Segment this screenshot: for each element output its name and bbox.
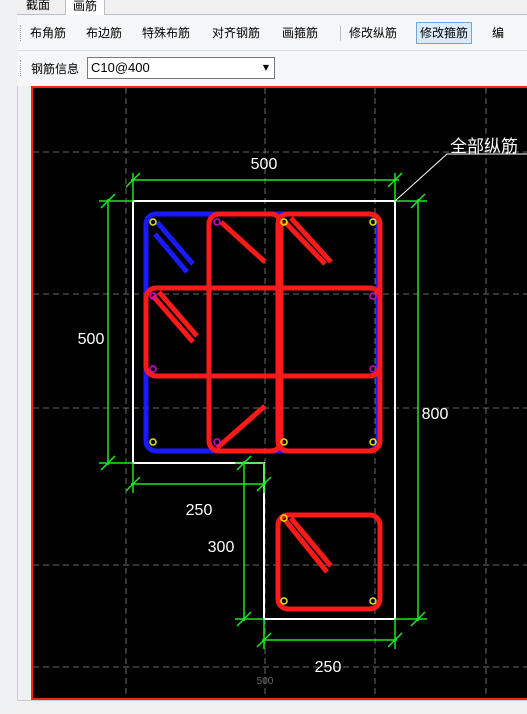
annotation-text: 全部纵筋 <box>450 137 518 157</box>
rebar-dot <box>149 218 157 226</box>
dim-notch-width: 250 <box>186 502 213 519</box>
align-rebar-button[interactable]: 对齐钢筋 <box>209 23 263 43</box>
tab-section[interactable]: 截面 <box>19 0 57 14</box>
rebar-dot <box>213 438 221 446</box>
rebar-dot <box>149 365 157 373</box>
red-stirrup-hooks <box>151 216 333 574</box>
toolbar: 布角筋 布边筋 特殊布筋 对齐钢筋 画箍筋 修改纵筋 修改箍筋 编 <box>17 15 527 51</box>
toolbar-grip[interactable] <box>20 25 23 41</box>
rebar-info-value: C10@400 <box>91 60 150 75</box>
red-stirrup-right <box>275 211 383 454</box>
red-stirrup-inner <box>206 211 284 454</box>
rebar-info-label: 钢筋信息 <box>31 62 80 76</box>
annotation-leader <box>394 153 527 202</box>
drawing-canvas[interactable]: 全部纵筋 500 500 800 250 300 250 500 <box>31 86 527 700</box>
edge-rebar-button[interactable]: 布边筋 <box>83 23 125 43</box>
section-drawing: 全部纵筋 500 500 800 250 300 250 500 <box>33 88 527 698</box>
edit-truncated-button[interactable]: 编 <box>489 23 507 43</box>
rebar-dot <box>213 218 221 226</box>
dim-right-height: 800 <box>422 406 449 423</box>
rebar-dot <box>149 438 157 446</box>
chevron-down-icon[interactable]: ▼ <box>258 58 274 78</box>
rebar-info-bar: 钢筋信息 C10@400 ▼ <box>17 51 527 86</box>
status-bar <box>17 700 527 714</box>
toolbar-separator <box>340 26 341 41</box>
corner-rebar-button[interactable]: 布角筋 <box>27 23 69 43</box>
draw-stirrup-button[interactable]: 画箍筋 <box>279 23 321 43</box>
rebar-info-select[interactable]: C10@400 ▼ <box>87 57 275 79</box>
special-rebar-button[interactable]: 特殊布筋 <box>139 23 193 43</box>
dim-notch-height: 300 <box>208 539 235 556</box>
edit-stirrup-button[interactable]: 修改箍筋 <box>416 22 473 44</box>
edit-longitudinal-rebar-button[interactable]: 修改纵筋 <box>346 23 400 43</box>
dim-top-width: 500 <box>251 156 278 173</box>
tab-bar: 截面 画筋 <box>17 0 527 16</box>
tab-draw-rebar[interactable]: 画筋 <box>65 0 106 16</box>
axis-label-bottom: 500 <box>257 676 274 687</box>
dim-bottom-width: 250 <box>315 659 342 676</box>
rebar-dot <box>280 597 288 605</box>
left-panel-strip <box>0 0 18 713</box>
dim-left-height: 500 <box>78 331 105 348</box>
blue-stirrup-hook <box>153 220 195 274</box>
infobar-grip[interactable] <box>20 60 23 76</box>
